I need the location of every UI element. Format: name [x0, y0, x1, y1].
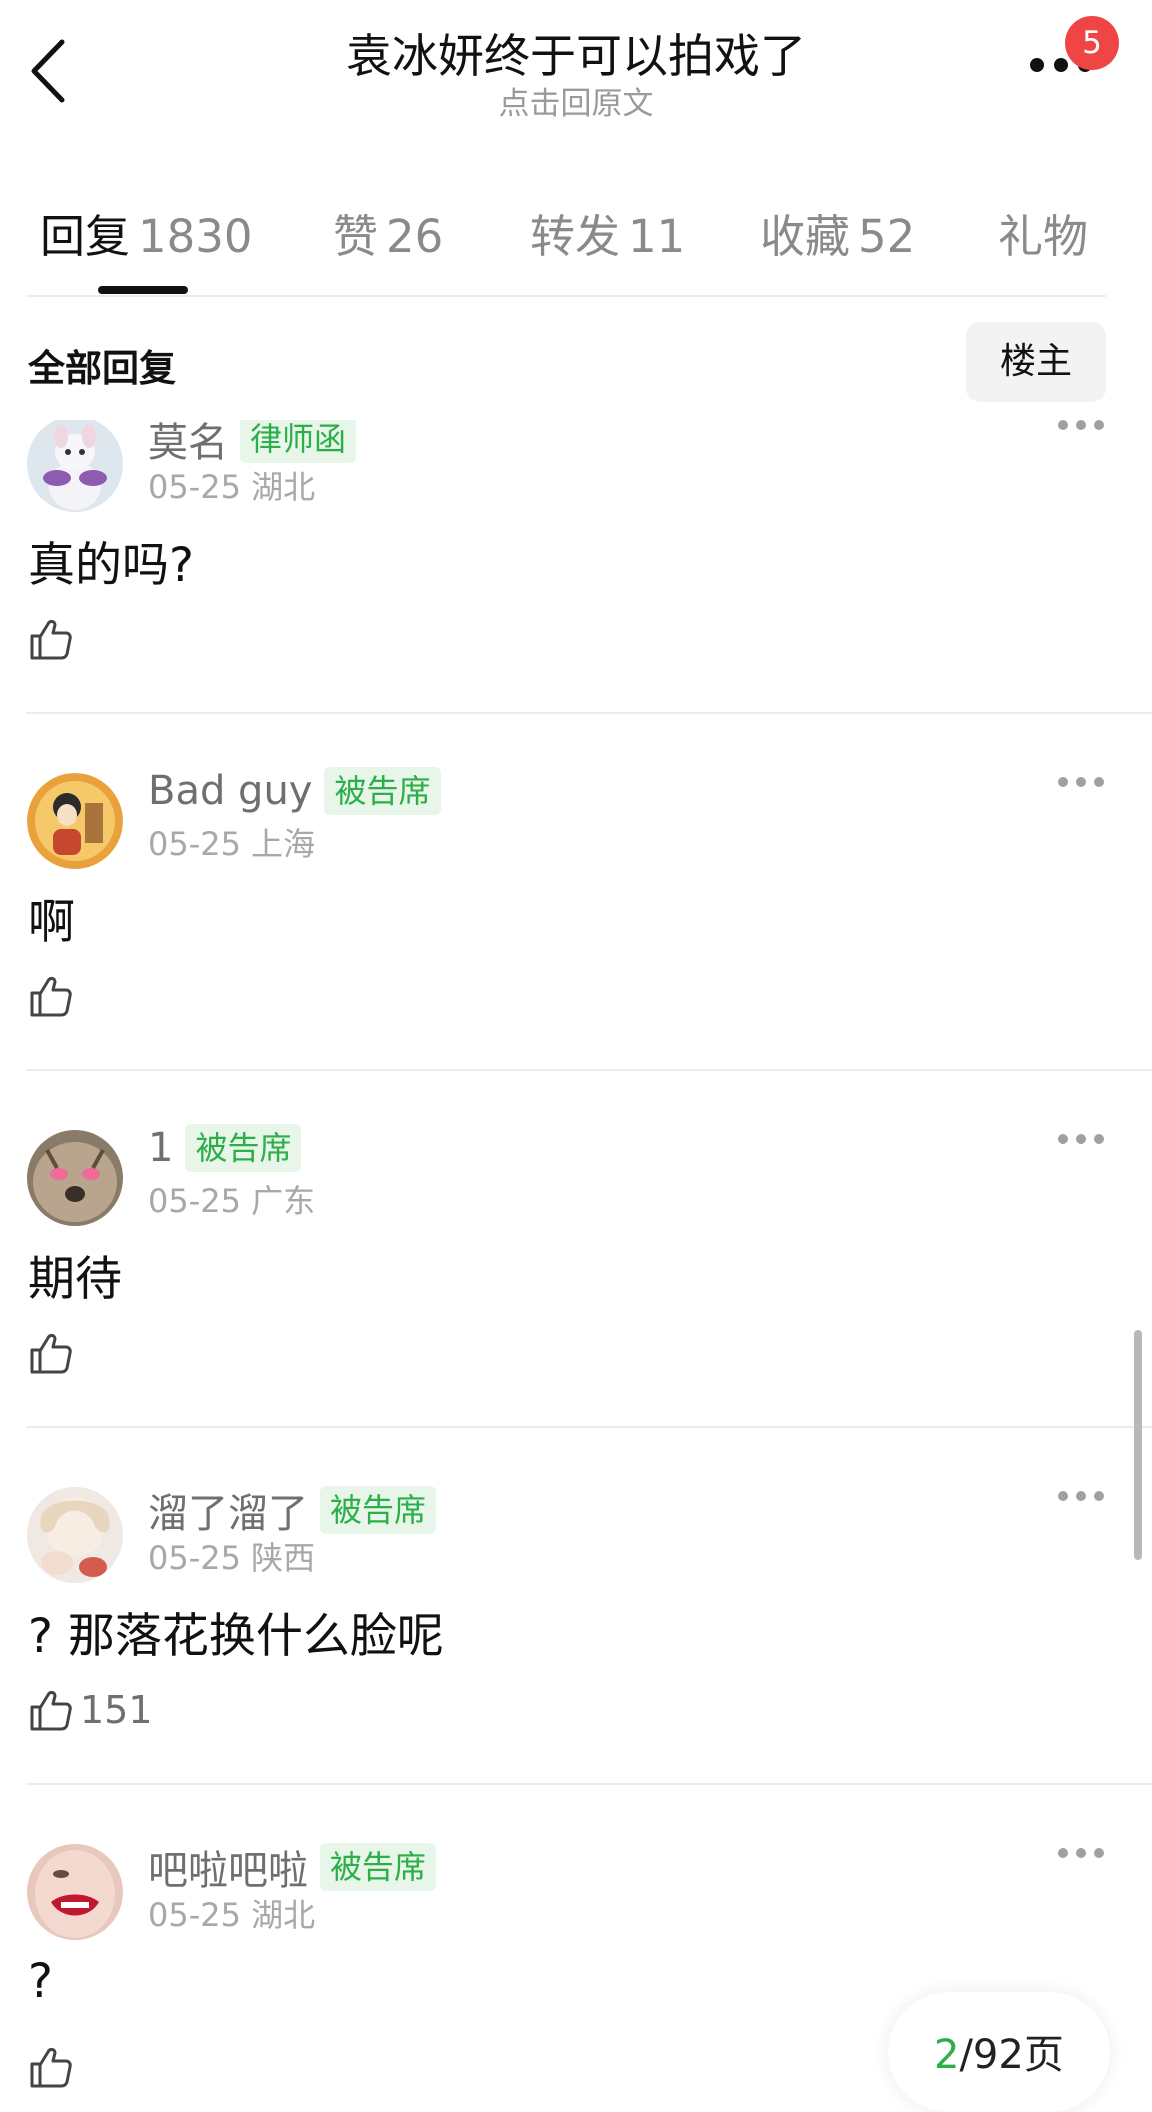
like-button[interactable]: [28, 1330, 74, 1386]
comment-item: 1 被告席 05-25 广东 期待: [0, 1124, 1152, 1480]
thumbs-up-icon: [30, 977, 72, 1017]
divider: [26, 1426, 1152, 1428]
tab-label: 收藏: [760, 210, 851, 263]
like-button[interactable]: [28, 616, 74, 672]
section-title: 全部回复: [28, 347, 176, 390]
tab-label: 回复: [40, 210, 131, 263]
comment-location: 广东: [251, 1182, 316, 1220]
comment-location: 湖北: [251, 1896, 316, 1934]
comment-meta: 05-25 湖北: [148, 1890, 315, 1936]
divider: [26, 1069, 1152, 1071]
user-badge: 被告席: [324, 767, 441, 815]
comment-more-button[interactable]: [1058, 420, 1104, 434]
tab-label: 赞: [333, 210, 379, 263]
comment-meta: 05-25 广东: [148, 1176, 315, 1222]
thumbs-up-icon: [30, 2048, 72, 2088]
tab-label: 转发: [530, 210, 621, 263]
comment-location: 湖北: [251, 468, 316, 506]
op-only-button[interactable]: 楼主: [966, 322, 1106, 402]
more-dots-icon: [1058, 777, 1068, 787]
tab-count: 52: [858, 210, 916, 263]
comment-text: 真的吗?: [28, 538, 194, 593]
username[interactable]: 1: [148, 1125, 173, 1171]
more-dots-icon: [1058, 420, 1068, 430]
tab-favorites[interactable]: 收藏 52: [760, 200, 915, 265]
comment-meta: 05-25 湖北: [148, 462, 315, 508]
user-badge: 被告席: [320, 1486, 437, 1534]
comment-date: 05-25: [148, 1182, 241, 1220]
comment-list: 莫名 律师函 05-25 湖北 真的吗? Bad guy 被告席 05-25 上…: [0, 420, 1152, 2094]
comment-text: ?: [28, 1954, 53, 2009]
username[interactable]: 吧啦吧啦: [148, 1848, 308, 1894]
tab-bar: 回复 1830 赞 26 转发 11 收藏 52 礼物: [0, 200, 1152, 270]
active-tab-indicator: [98, 286, 188, 294]
user-badge: 被告席: [185, 1124, 302, 1172]
username[interactable]: 莫名: [148, 420, 228, 466]
comment-location: 陕西: [251, 1539, 316, 1577]
tab-replies[interactable]: 回复 1830: [40, 200, 253, 265]
tab-count: 11: [628, 210, 686, 263]
comment-date: 05-25: [148, 825, 241, 863]
comment-item: Bad guy 被告席 05-25 上海 啊: [0, 767, 1152, 1123]
user-badge: 律师函: [240, 420, 357, 463]
divider: [26, 712, 1152, 714]
tab-reposts[interactable]: 转发 11: [530, 200, 685, 265]
avatar[interactable]: [27, 420, 123, 512]
thumbs-up-icon: [30, 1691, 72, 1731]
avatar[interactable]: [27, 773, 123, 869]
comment-text: 啊: [28, 895, 75, 950]
thumbs-up-icon: [30, 620, 72, 660]
like-button[interactable]: 151: [28, 1687, 153, 1743]
comment-text: ? 那落花换什么脸呢: [28, 1609, 444, 1664]
tab-gifts[interactable]: 礼物: [998, 200, 1096, 265]
avatar[interactable]: [27, 1487, 123, 1583]
page-jump-button[interactable]: 2/92页: [888, 1992, 1110, 2112]
avatar[interactable]: [27, 1130, 123, 1226]
comment-more-button[interactable]: [1058, 1134, 1104, 1148]
username[interactable]: Bad guy: [148, 768, 312, 814]
comment-meta: 05-25 上海: [148, 819, 315, 865]
comment-date: 05-25: [148, 1896, 241, 1934]
comment-item: 莫名 律师函 05-25 湖北 真的吗?: [0, 420, 1152, 766]
tab-count: 1830: [138, 210, 253, 263]
total-pages: /92页: [959, 2032, 1064, 2078]
comment-more-button[interactable]: [1058, 777, 1104, 791]
divider: [26, 1783, 1152, 1785]
page-title: 袁冰妍终于可以拍戏了: [346, 29, 806, 83]
like-button[interactable]: [28, 973, 74, 1029]
tab-count: 26: [386, 210, 444, 263]
like-count: 151: [80, 1688, 153, 1732]
comment-date: 05-25: [148, 468, 241, 506]
current-page: 2: [934, 2032, 960, 2078]
comment-meta: 05-25 陕西: [148, 1533, 315, 1579]
back-to-original-link[interactable]: 点击回原文: [0, 78, 1152, 123]
scrollbar[interactable]: [1134, 1330, 1142, 1560]
comment-item: 溜了溜了 被告席 05-25 陕西 ? 那落花换什么脸呢 151: [0, 1481, 1152, 1837]
notification-badge: 5: [1065, 16, 1119, 70]
tab-label: 礼物: [998, 210, 1089, 263]
more-dots-icon: [1058, 1134, 1068, 1144]
more-dots-icon: [1030, 58, 1044, 72]
comment-location: 上海: [251, 825, 316, 863]
comment-more-button[interactable]: [1058, 1491, 1104, 1505]
tab-likes[interactable]: 赞 26: [333, 200, 443, 265]
thumbs-up-icon: [30, 1334, 72, 1374]
like-button[interactable]: [28, 2044, 74, 2094]
comment-date: 05-25: [148, 1539, 241, 1577]
user-badge: 被告席: [320, 1843, 437, 1891]
avatar[interactable]: [27, 1844, 123, 1940]
username[interactable]: 溜了溜了: [148, 1491, 308, 1537]
comment-more-button[interactable]: [1058, 1848, 1104, 1862]
more-dots-icon: [1058, 1848, 1068, 1858]
more-dots-icon: [1058, 1491, 1068, 1501]
comment-text: 期待: [28, 1252, 122, 1307]
divider: [26, 295, 1106, 297]
